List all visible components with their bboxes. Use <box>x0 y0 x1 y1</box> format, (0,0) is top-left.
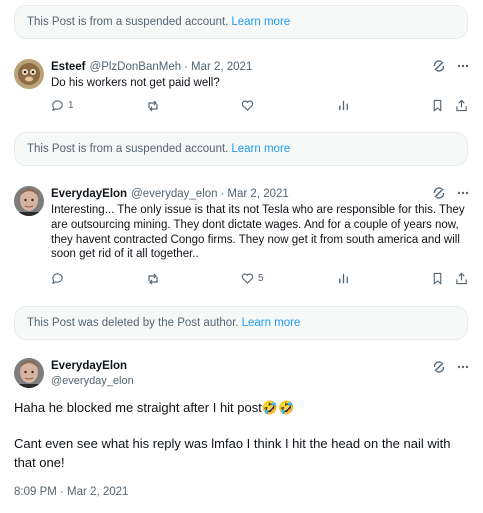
post-timestamp[interactable]: 8:09 PM · Mar 2, 2021 <box>14 486 128 498</box>
separator: · <box>184 61 188 73</box>
main-tweet-header: EverydayElon @everyday_elon <box>14 358 470 390</box>
suspended-notice: This Post is from a suspended account. L… <box>14 132 468 166</box>
user-handle[interactable]: @PlzDonBanMeh <box>90 61 182 73</box>
share-button[interactable] <box>455 99 468 112</box>
more-icon[interactable] <box>456 186 470 200</box>
share-button[interactable] <box>455 272 468 285</box>
main-tweet-line: Haha he blocked me straight after I hit … <box>14 399 464 418</box>
display-name[interactable]: EverydayElon <box>51 188 127 200</box>
repost-button[interactable] <box>146 272 160 286</box>
bookmark-button[interactable] <box>431 272 444 285</box>
like-icon <box>241 100 254 111</box>
repost-icon <box>148 273 158 285</box>
like-button[interactable] <box>241 99 254 112</box>
share-icon <box>456 99 467 112</box>
reply-button[interactable]: 1 <box>51 99 74 112</box>
learn-more-link[interactable]: Learn more <box>231 143 290 155</box>
separator: · <box>220 188 225 200</box>
main-text-line1: Haha he blocked me straight after I hit … <box>14 400 262 415</box>
action-bar: 1 <box>51 99 470 115</box>
post-date[interactable]: Mar 2, 2021 <box>227 188 288 200</box>
share-icon <box>456 272 467 285</box>
avatar[interactable] <box>14 186 44 216</box>
user-handle[interactable]: @everyday_elon <box>131 188 217 200</box>
grok-icon[interactable] <box>432 360 446 374</box>
more-icon[interactable] <box>456 360 470 374</box>
like-icon <box>241 273 254 284</box>
action-bar: 5 <box>51 272 470 288</box>
reply-button[interactable] <box>51 272 64 285</box>
views-icon <box>339 100 348 111</box>
repost-icon <box>148 100 158 112</box>
grok-icon[interactable] <box>432 59 446 73</box>
learn-more-link[interactable]: Learn more <box>231 16 290 28</box>
display-name[interactable]: Esteef <box>51 61 86 73</box>
avatar[interactable] <box>14 358 44 388</box>
user-handle[interactable]: @everyday_elon <box>51 375 134 387</box>
bookmark-icon <box>433 272 442 285</box>
reply-icon <box>52 100 63 112</box>
reply-tweet[interactable]: Esteef @PlzDonBanMeh · Mar 2, 2021 Do hi… <box>14 59 470 119</box>
tweet-text: Interesting... The only issue is that it… <box>51 204 465 261</box>
like-button[interactable]: 5 <box>241 272 264 285</box>
display-name[interactable]: EverydayElon <box>51 360 127 372</box>
views-button[interactable] <box>337 99 350 112</box>
reply-count: 1 <box>68 100 74 111</box>
grok-icon[interactable] <box>432 186 446 200</box>
more-icon[interactable] <box>456 59 470 73</box>
repost-button[interactable] <box>146 99 160 113</box>
like-count: 5 <box>258 273 264 284</box>
emoji: 🤣🤣 <box>261 400 295 415</box>
notice-text: This Post is from a suspended account. <box>27 16 229 28</box>
notice-text: This Post was deleted by the Post author… <box>27 317 239 329</box>
tweet-header: Esteef @PlzDonBanMeh · Mar 2, 2021 <box>51 59 470 75</box>
bookmark-button[interactable] <box>431 99 444 112</box>
tweet-header: EverydayElon @everyday_elon · Mar 2, 202… <box>51 186 470 202</box>
reply-icon <box>52 273 63 285</box>
avatar[interactable] <box>14 59 44 89</box>
tweet-text: Do his workers not get paid well? <box>51 77 220 89</box>
reply-tweet[interactable]: EverydayElon @everyday_elon · Mar 2, 202… <box>14 186 470 291</box>
main-text-line2: Cant even see what his reply was lmfao I… <box>14 436 451 470</box>
post-date[interactable]: Mar 2, 2021 <box>191 61 252 73</box>
bookmark-icon <box>433 99 442 112</box>
notice-text: This Post is from a suspended account. <box>27 143 229 155</box>
views-icon <box>339 273 348 284</box>
learn-more-link[interactable]: Learn more <box>242 317 301 329</box>
suspended-notice: This Post is from a suspended account. L… <box>14 5 468 39</box>
deleted-notice: This Post was deleted by the Post author… <box>14 306 468 340</box>
views-button[interactable] <box>337 272 350 285</box>
